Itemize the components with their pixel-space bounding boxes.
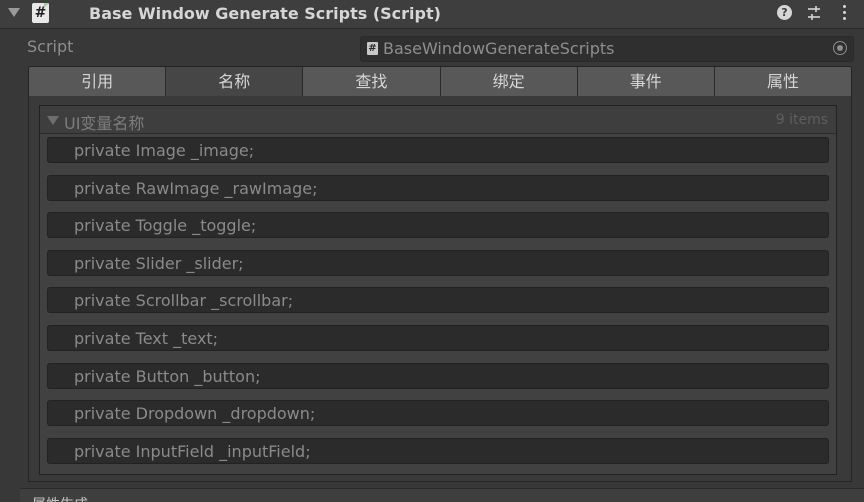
tab-events[interactable]: 事件 <box>577 67 715 97</box>
preset-icon[interactable] <box>806 5 822 21</box>
list-item-text: private RawImage _rawImage; <box>74 178 318 198</box>
list-title: UI变量名称 <box>64 114 145 133</box>
script-file-icon: # <box>367 42 378 55</box>
list-item-count: 9 items <box>775 112 828 128</box>
list-item[interactable]: private Button _button; <box>47 362 829 389</box>
list-item[interactable]: private Dropdown _dropdown; <box>47 400 829 427</box>
list-item[interactable]: private Scrollbar _scrollbar; <box>47 287 829 314</box>
list-item[interactable]: private Toggle _toggle; <box>47 212 829 239</box>
list-item-text: private Button _button; <box>74 366 261 386</box>
tab-find[interactable]: 查找 <box>303 67 441 97</box>
list-item-text: private Text _text; <box>74 328 219 348</box>
tab-bind[interactable]: 绑定 <box>440 67 578 97</box>
script-icon-corner <box>44 3 49 8</box>
list-item-text: private Slider _slider; <box>74 253 244 273</box>
foldout-arrow-icon[interactable] <box>8 8 20 17</box>
list-item[interactable]: private InputField _inputField; <box>47 437 829 464</box>
list-item[interactable]: private RawImage _rawImage; <box>47 174 829 201</box>
tab-names[interactable]: 名称 <box>166 67 304 97</box>
variable-name-list: UI变量名称 9 items private Image _image; pri… <box>39 105 837 475</box>
list-item[interactable]: private Image _image; <box>47 137 829 163</box>
help-icon[interactable]: ? <box>777 5 792 20</box>
list-item-text: private Toggle _toggle; <box>74 216 257 236</box>
component-title[interactable]: Base Window Generate Scripts (Script) <box>89 4 441 23</box>
list-item-text: private Image _image; <box>74 141 255 160</box>
list-item[interactable]: private Text _text; <box>47 324 829 351</box>
tab-references[interactable]: 引用 <box>29 67 167 97</box>
script-field-value: BaseWindowGenerateScripts <box>383 39 615 58</box>
list-item-text: private Scrollbar _scrollbar; <box>74 291 294 311</box>
component-header: # Base Window Generate Scripts (Script) … <box>0 0 864 29</box>
tab-content-panel: UI变量名称 9 items private Image _image; pri… <box>28 96 852 482</box>
list-item[interactable]: private Slider _slider; <box>47 249 829 276</box>
tab-bar: 引用 名称 查找 绑定 事件 属性 <box>28 66 852 98</box>
list-foldout-arrow-icon[interactable] <box>47 116 59 125</box>
script-icon: # <box>32 3 49 23</box>
list-item-text: private Dropdown _dropdown; <box>74 404 316 424</box>
list-header[interactable]: UI变量名称 9 items <box>40 106 836 134</box>
object-picker-icon[interactable] <box>833 41 847 55</box>
list-item-text: private InputField _inputField; <box>74 441 311 461</box>
script-label: Script <box>27 37 74 56</box>
next-section-header[interactable]: 属性生成 <box>20 488 864 502</box>
kebab-menu-icon[interactable] <box>840 4 848 22</box>
tab-properties[interactable]: 属性 <box>714 67 851 97</box>
list-rows: private Image _image; private RawImage _… <box>47 137 829 475</box>
script-object-field[interactable]: # BaseWindowGenerateScripts <box>360 36 854 62</box>
